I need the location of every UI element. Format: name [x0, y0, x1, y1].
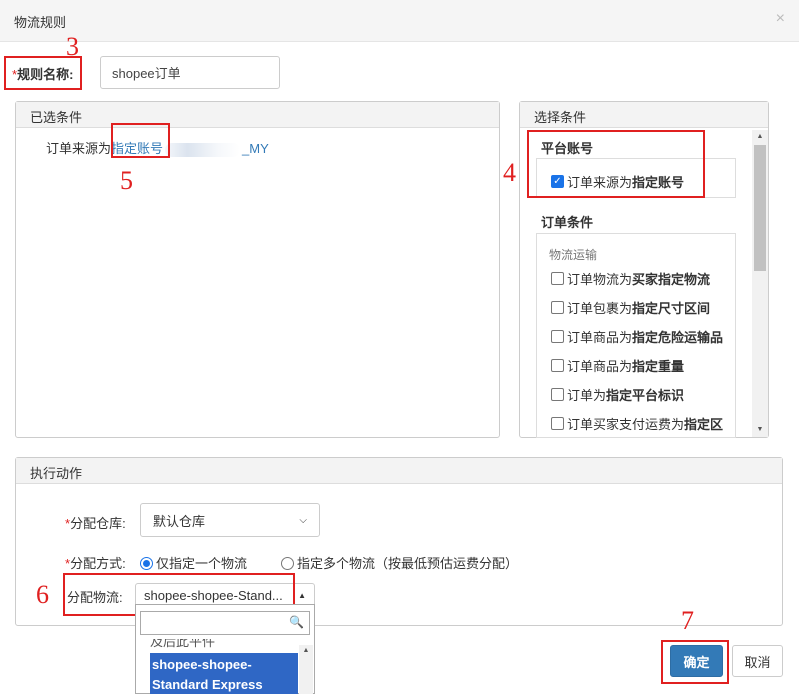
option-bold: 指定重量 — [632, 359, 685, 374]
checkbox-icon[interactable] — [551, 272, 564, 285]
redacted-account — [165, 142, 241, 157]
option-prefix: 订单来源为 — [567, 175, 633, 190]
option-bold: 指定账号 — [632, 175, 685, 190]
checkbox-icon[interactable] — [551, 417, 564, 430]
platform-account-section: 平台账号 — [541, 141, 594, 156]
action-header: 执行动作 — [16, 458, 782, 484]
condition-prefix: 订单来源为 — [46, 141, 112, 156]
method-label: *分配方式: — [65, 553, 126, 572]
option-prefix: 订单商品为 — [567, 330, 633, 345]
logistics-value: shopee-shopee-Stand... — [144, 587, 283, 603]
logistics-dropdown: 🔍 及后此平件 shopee-shopee-Standard Express ▲ — [135, 604, 315, 694]
selected-condition: 订单来源为指定账号 _MY — [46, 138, 269, 157]
checkbox-icon[interactable] — [551, 359, 564, 372]
chevron-down-icon: ⌵ — [299, 514, 307, 526]
clip-region: 订单买家支付运费为 指定区 — [540, 408, 735, 437]
option-bold: 指定区 — [684, 417, 724, 432]
annotation-5: 5 — [120, 166, 133, 195]
option-prefix: 订单物流为 — [567, 272, 633, 287]
annotation-3: 3 — [66, 32, 79, 61]
option-shipping-fee[interactable]: 订单买家支付运费为 指定区 — [551, 414, 723, 433]
conditions-scrollbar[interactable]: ▲ ▼ — [752, 130, 768, 437]
method-label-text: 分配方式: — [70, 556, 126, 571]
warehouse-label-text: 分配仓库: — [70, 516, 126, 531]
scroll-up-arrow-icon[interactable]: ▲ — [299, 645, 313, 657]
option-bold: 指定平台标识 — [606, 388, 685, 403]
rule-name-input[interactable] — [100, 56, 280, 89]
dropdown-scrollbar[interactable]: ▲ — [299, 645, 313, 694]
option-bold: 指定危险运输品 — [632, 330, 724, 345]
selected-conditions-header: 已选条件 — [16, 102, 499, 128]
action-panel: 执行动作 — [15, 457, 783, 626]
condition-account-suffix[interactable]: _MY — [242, 141, 269, 156]
option-logistics[interactable]: 订单物流为 买家指定物流 — [551, 269, 710, 288]
method-single-option[interactable]: 仅指定一个物流 — [140, 553, 247, 572]
option-weight[interactable]: 订单商品为 指定重量 — [551, 356, 684, 375]
method-multi-text: 指定多个物流（按最低预估运费分配） — [297, 556, 519, 571]
radio-icon[interactable] — [140, 557, 153, 570]
checkbox-icon[interactable] — [551, 388, 564, 401]
option-platform-tag[interactable]: 订单为 指定平台标识 — [551, 385, 684, 404]
checkbox-icon[interactable] — [551, 330, 564, 343]
option-bold: 买家指定物流 — [632, 272, 711, 287]
dropdown-list: 及后此平件 shopee-shopee-Standard Express — [136, 639, 298, 694]
confirm-button[interactable]: 确定 — [670, 645, 723, 677]
method-multi-option[interactable]: 指定多个物流（按最低预估运费分配） — [281, 553, 518, 572]
logistics-label: 分配物流: — [67, 590, 123, 605]
order-conditions-section: 订单条件 — [541, 215, 594, 230]
annotation-7: 7 — [681, 606, 694, 635]
search-icon: 🔍 — [289, 615, 304, 629]
option-prefix: 订单买家支付运费为 — [567, 417, 685, 432]
choose-conditions-header: 选择条件 — [520, 102, 768, 128]
close-icon[interactable]: × — [776, 10, 785, 28]
dropdown-option-partial[interactable]: 及后此平件 — [150, 639, 215, 650]
dropdown-search-input[interactable]: 🔍 — [140, 611, 310, 635]
logistics-group-label: 物流运输 — [549, 248, 598, 262]
dialog-titlebar: 物流规则 × — [0, 0, 799, 42]
rule-name-label-text: 规则名称: — [17, 67, 74, 82]
annotation-6: 6 — [36, 580, 49, 609]
chevron-up-icon: ▲ — [298, 590, 306, 600]
option-prefix: 订单包裹为 — [567, 301, 633, 316]
method-single-text: 仅指定一个物流 — [156, 556, 248, 571]
warehouse-label: *分配仓库: — [65, 513, 126, 532]
cancel-button[interactable]: 取消 — [732, 645, 783, 677]
radio-icon[interactable] — [281, 557, 294, 570]
checkbox-icon[interactable] — [551, 301, 564, 314]
option-bold: 指定尺寸区间 — [632, 301, 711, 316]
annotation-4: 4 — [503, 158, 516, 187]
scroll-down-arrow-icon[interactable]: ▼ — [752, 424, 768, 436]
scroll-up-arrow-icon[interactable]: ▲ — [752, 131, 768, 143]
scrollbar-thumb[interactable] — [754, 145, 766, 271]
option-package-size[interactable]: 订单包裹为 指定尺寸区间 — [551, 298, 710, 317]
dropdown-option-selected[interactable]: shopee-shopee-Standard Express — [150, 653, 298, 694]
rule-name-label: *规则名称: — [12, 64, 73, 83]
warehouse-value: 默认仓库 — [153, 513, 206, 529]
condition-account-link[interactable]: 指定账号 — [111, 141, 163, 156]
option-prefix: 订单商品为 — [567, 359, 633, 374]
option-dangerous-goods[interactable]: 订单商品为 指定危险运输品 — [551, 327, 723, 346]
platform-account-option[interactable]: ✓ 订单来源为 指定账号 — [551, 172, 684, 191]
warehouse-select[interactable]: 默认仓库 ⌵ — [140, 503, 320, 537]
dialog-title: 物流规则 — [14, 15, 67, 30]
checkbox-icon[interactable]: ✓ — [551, 175, 564, 188]
option-prefix: 订单为 — [567, 388, 607, 403]
